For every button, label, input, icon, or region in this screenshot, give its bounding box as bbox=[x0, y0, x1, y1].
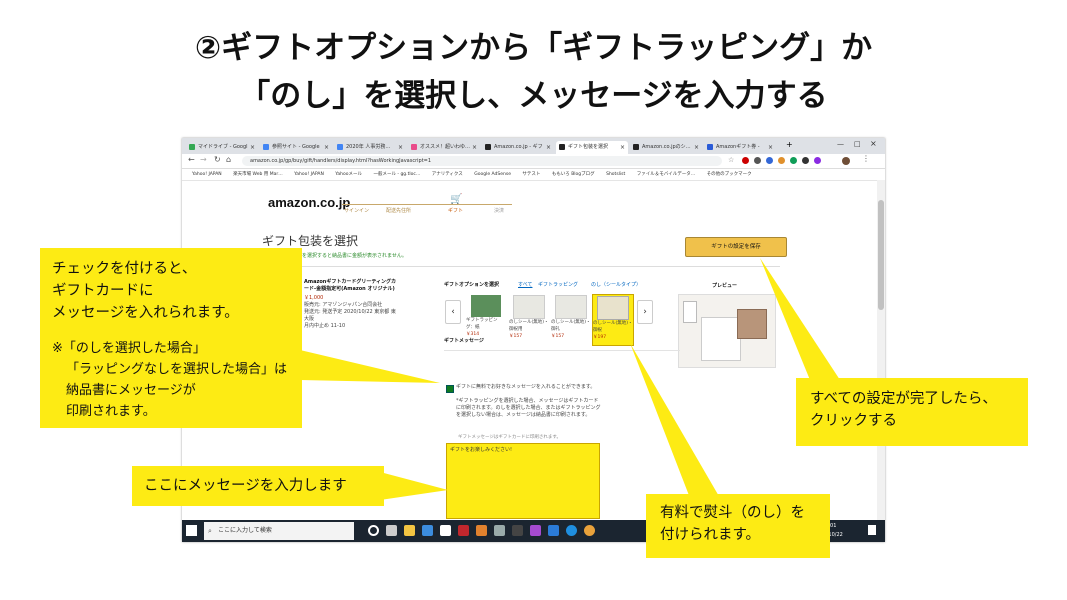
callout-line: すべての設定が完了したら、 bbox=[810, 391, 997, 407]
callout-line: ※「のしを選択した場合」 bbox=[52, 341, 206, 356]
callout-line: クリックする bbox=[810, 413, 897, 429]
callout-line: ギフトカードに bbox=[52, 283, 154, 299]
callout-line: 「ラッピングなしを選択した場合」は bbox=[66, 362, 288, 377]
message-input-callout: ここにメッセージを入力します bbox=[132, 466, 384, 506]
save-callout: すべての設定が完了したら、 クリックする bbox=[796, 378, 1028, 446]
checkbox-callout-pointer bbox=[300, 350, 440, 383]
noshi-paid-callout: 有料で熨斗（のし）を 付けられます。 bbox=[646, 494, 830, 558]
save-callout-pointer bbox=[760, 258, 840, 380]
callout-line: ここにメッセージを入力します bbox=[144, 478, 347, 494]
callout-line: 有料で熨斗（のし）を bbox=[660, 505, 805, 521]
callout-line: 納品書にメッセージが bbox=[66, 383, 196, 398]
callout-line: 付けられます。 bbox=[660, 527, 761, 543]
callout-line: チェックを付けると、 bbox=[52, 261, 197, 277]
message-callout-pointer bbox=[380, 472, 448, 500]
checkbox-callout: チェックを付けると、 ギフトカードに メッセージを入れられます。 ※「のしを選択… bbox=[40, 248, 302, 428]
callout-line: 印刷されます。 bbox=[66, 404, 156, 419]
noshi-callout-pointer bbox=[630, 343, 720, 498]
callout-line: メッセージを入れられます。 bbox=[52, 305, 239, 321]
